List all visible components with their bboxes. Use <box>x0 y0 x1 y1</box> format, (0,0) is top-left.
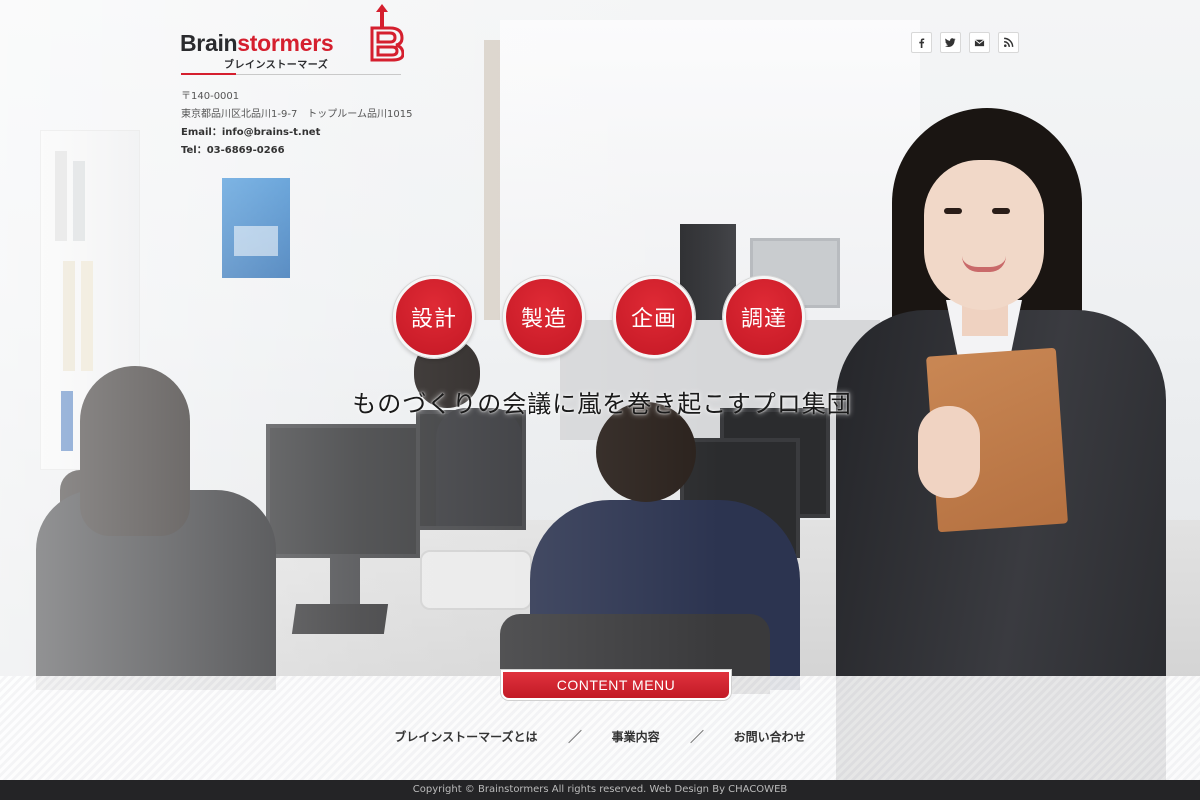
service-planning-button[interactable]: 企画 <box>613 276 695 358</box>
facebook-icon <box>919 38 925 48</box>
service-circles: 設計 製造 企画 調達 <box>393 276 805 358</box>
nav-link-services[interactable]: 事業内容 <box>612 728 660 745</box>
street-address: 東京都品川区北品川1-9-7 トップルーム品川1015 <box>181 109 413 120</box>
header-divider <box>181 73 401 75</box>
brand-logo[interactable]: Brainstormers ブレインストーマーズ <box>180 4 404 71</box>
footer-copyright: Copyright © Brainstormers All rights res… <box>0 780 1200 800</box>
content-menu-nav: ブレインストーマーズとは 事業内容 お問い合わせ <box>0 728 1200 745</box>
nav-link-about[interactable]: ブレインストーマーズとは <box>394 728 537 745</box>
phone-number[interactable]: Tel：03-6869-0266 <box>181 142 412 160</box>
service-manufacturing-button[interactable]: 製造 <box>503 276 585 358</box>
nav-link-contact[interactable]: お問い合わせ <box>734 728 806 745</box>
service-design-button[interactable]: 設計 <box>393 276 475 358</box>
content-menu-title: CONTENT MENU <box>501 670 731 700</box>
email-address[interactable]: Email：info@brains-t.net <box>181 124 412 142</box>
logo-subtitle: ブレインストーマーズ <box>224 60 329 71</box>
mail-icon <box>974 39 985 47</box>
rss-button[interactable] <box>998 32 1019 53</box>
hero-tagline: ものづくりの会議に嵐を巻き起こすプロ集団 <box>352 390 852 418</box>
postal-code: 〒140-0001 <box>181 91 240 102</box>
nav-separator <box>689 729 704 744</box>
social-links <box>911 32 1019 53</box>
twitter-button[interactable] <box>940 32 961 53</box>
mail-button[interactable] <box>969 32 990 53</box>
contact-info: 〒140-0001 東京都品川区北品川1-9-7 トップルーム品川1015 Em… <box>181 88 412 160</box>
nav-separator <box>567 729 582 744</box>
rss-icon <box>1004 37 1014 47</box>
logo-wordmark: Brainstormers <box>180 30 334 56</box>
service-procurement-button[interactable]: 調達 <box>723 276 805 358</box>
facebook-button[interactable] <box>911 32 932 53</box>
logo-b-arrow-icon <box>370 4 404 62</box>
twitter-icon <box>945 38 956 47</box>
